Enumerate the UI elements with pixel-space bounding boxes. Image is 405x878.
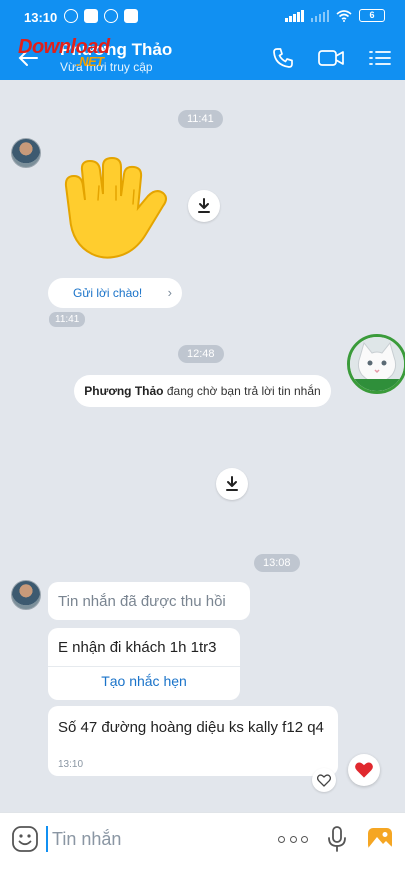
video-icon — [318, 50, 344, 66]
sender-avatar[interactable] — [11, 138, 41, 168]
status-time: 13:10 — [24, 10, 58, 25]
status-bar: 13:10 6 — [0, 0, 405, 36]
download-icon — [226, 476, 238, 491]
zalo-notification-icon — [124, 9, 138, 23]
system-icons: 6 — [285, 9, 385, 22]
time-divider: 13:08 — [254, 554, 300, 572]
watermark-net-text: .NET — [76, 54, 104, 69]
bubble-divider — [48, 666, 240, 667]
more-icon — [278, 835, 285, 843]
message-time: 11:41 — [49, 312, 86, 327]
create-reminder-link[interactable]: Tạo nhắc hẹn — [48, 673, 240, 689]
signal-icon — [285, 9, 304, 22]
time-divider: 12:48 — [178, 345, 224, 363]
system-navigation-bar — [0, 864, 405, 878]
phone-icon — [273, 48, 293, 68]
recalled-message-text: Tin nhắn đã được thu hồi — [58, 593, 226, 610]
wifi-icon — [336, 9, 352, 22]
download-icon — [198, 198, 210, 213]
voice-message-button[interactable] — [324, 825, 350, 853]
notification-app-icon — [84, 9, 98, 23]
message-input[interactable] — [46, 826, 266, 852]
time-divider: 11:41 — [178, 110, 223, 128]
sender-avatar[interactable] — [11, 580, 41, 610]
notification-icons — [64, 9, 138, 23]
send-image-button[interactable] — [366, 825, 394, 853]
message-bubble-address[interactable]: Số 47 đường hoàng diệu ks kally f12 q4 1… — [48, 706, 338, 776]
voice-call-button[interactable] — [267, 42, 299, 74]
emoji-icon — [12, 826, 38, 852]
send-greeting-button[interactable]: Gửi lời chào! › — [48, 278, 182, 308]
message-bubble-reminder[interactable]: E nhận đi khách 1h 1tr3 Tạo nhắc hẹn — [48, 628, 240, 700]
heart-icon — [355, 762, 373, 778]
emoji-button[interactable] — [11, 825, 39, 853]
messenger-icon — [104, 9, 118, 23]
waiting-reply-notice: Phương Thảo đang chờ bạn trả lời tin nhắ… — [74, 375, 331, 407]
message-text: E nhận đi khách 1h 1tr3 — [58, 639, 217, 656]
waving-hand-sticker[interactable] — [62, 156, 172, 261]
signal-2-icon — [310, 9, 329, 22]
react-button[interactable] — [312, 768, 336, 792]
download-button[interactable] — [216, 468, 248, 500]
alarm-icon — [64, 9, 78, 23]
video-call-button[interactable] — [315, 42, 347, 74]
more-options-button[interactable] — [278, 831, 308, 847]
image-icon — [368, 828, 392, 850]
contact-status: Vừa mới truy cập — [60, 60, 153, 74]
heart-outline-icon — [317, 773, 331, 787]
reaction-badge[interactable] — [348, 754, 380, 786]
cat-profile-image — [350, 337, 404, 391]
watermark-logo: Download .NET — [18, 36, 110, 69]
send-greeting-label: Gửi lời chào! — [73, 286, 143, 300]
notice-text: đang chờ bạn trả lời tin nhắn — [163, 384, 321, 398]
battery-indicator: 6 — [359, 9, 385, 22]
options-menu-button[interactable] — [364, 42, 396, 74]
recalled-message-bubble[interactable]: Tin nhắn đã được thu hồi — [48, 582, 250, 620]
my-avatar[interactable] — [347, 334, 405, 394]
message-time: 13:10 — [58, 759, 84, 770]
menu-list-icon — [369, 51, 391, 65]
message-text: Số 47 đường hoàng diệu ks kally f12 q4 — [58, 719, 324, 736]
notice-contact-name: Phương Thảo — [84, 384, 164, 398]
chevron-right-icon: › — [167, 285, 172, 300]
chat-header: Phương Thảo Vừa mới truy cập Download .N… — [0, 36, 405, 80]
download-button[interactable] — [188, 190, 220, 222]
message-input-bar — [0, 812, 405, 864]
microphone-icon — [328, 826, 346, 852]
